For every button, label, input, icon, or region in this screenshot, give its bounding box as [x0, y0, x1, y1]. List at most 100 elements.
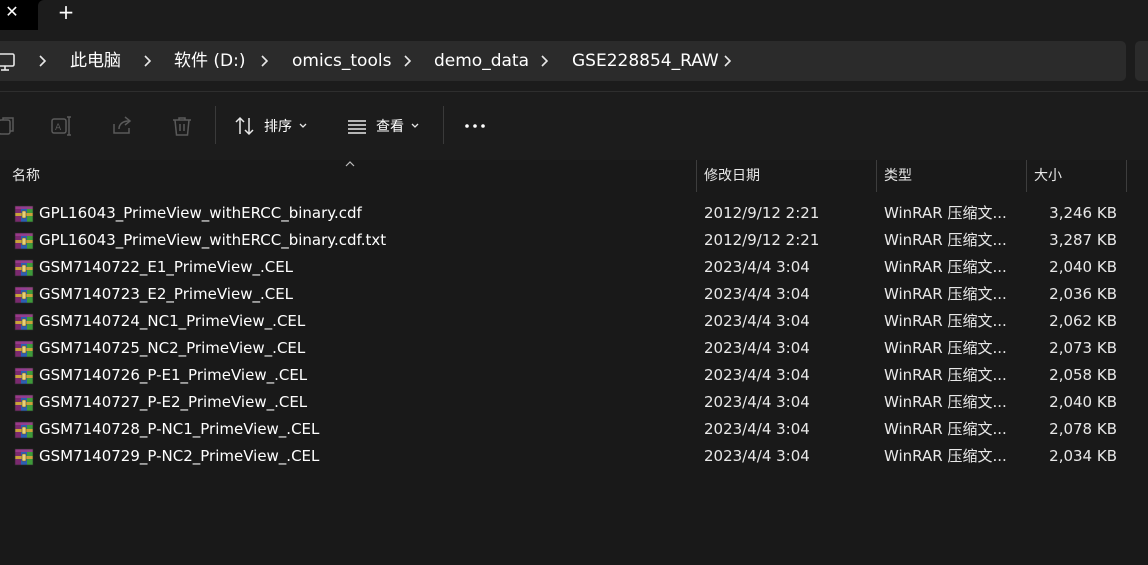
column-size[interactable]: 大小	[1034, 160, 1062, 192]
file-name: GSM7140723_E2_PrimeView_.CEL	[39, 285, 294, 303]
winrar-archive-icon	[14, 447, 34, 467]
winrar-archive-icon	[14, 339, 34, 359]
file-row[interactable]: GSM7140728_P-NC1_PrimeView_.CEL 2023/4/4 …	[0, 416, 1148, 443]
file-size: 2,058 KB	[1049, 366, 1117, 384]
column-divider[interactable]	[1026, 160, 1027, 192]
chevron-down-icon	[299, 123, 307, 128]
file-modified-date: 2023/4/4 3:04	[704, 285, 810, 303]
file-type: WinRAR 压缩文...	[884, 231, 1007, 249]
share-icon[interactable]	[110, 114, 134, 138]
file-row[interactable]: GPL16043_PrimeView_withERCC_binary.cdf.t…	[0, 227, 1148, 254]
file-row[interactable]: GPL16043_PrimeView_withERCC_binary.cdf 20…	[0, 200, 1148, 227]
winrar-archive-icon	[14, 366, 34, 386]
file-name: GSM7140722_E1_PrimeView_.CEL	[39, 258, 294, 276]
file-modified-date: 2023/4/4 3:04	[704, 312, 810, 330]
file-row[interactable]: GSM7140725_NC2_PrimeView_.CEL 2023/4/4 3:…	[0, 335, 1148, 362]
file-size: 2,062 KB	[1049, 312, 1117, 330]
column-header: 名称 修改日期 类型 大小	[0, 160, 1148, 192]
file-modified-date: 2023/4/4 3:04	[704, 339, 810, 357]
file-list: GPL16043_PrimeView_withERCC_binary.cdf 20…	[0, 200, 1148, 470]
winrar-archive-icon	[14, 393, 34, 413]
file-type: WinRAR 压缩文...	[884, 312, 1007, 330]
file-modified-date: 2023/4/4 3:04	[704, 447, 810, 465]
file-row[interactable]: GSM7140726_P-E1_PrimeView_.CEL 2023/4/4 3…	[0, 362, 1148, 389]
chevron-right-icon[interactable]	[36, 52, 50, 70]
file-type: WinRAR 压缩文...	[884, 339, 1007, 357]
column-date[interactable]: 修改日期	[704, 160, 760, 192]
file-type: WinRAR 压缩文...	[884, 393, 1007, 411]
file-modified-date: 2023/4/4 3:04	[704, 393, 810, 411]
file-size: 2,036 KB	[1049, 285, 1117, 303]
file-size: 2,034 KB	[1049, 447, 1117, 465]
new-tab-icon[interactable]: +	[54, 1, 78, 25]
column-divider[interactable]	[1126, 160, 1127, 192]
winrar-archive-icon	[14, 231, 34, 251]
search-box[interactable]	[1135, 41, 1148, 81]
this-pc-icon[interactable]	[0, 51, 16, 73]
chevron-right-icon[interactable]	[538, 52, 552, 70]
column-divider[interactable]	[876, 160, 877, 192]
chevron-right-icon[interactable]	[141, 52, 155, 70]
file-row[interactable]: GSM7140727_P-E2_PrimeView_.CEL 2023/4/4 3…	[0, 389, 1148, 416]
file-size: 2,078 KB	[1049, 420, 1117, 438]
sort-icon	[235, 116, 254, 136]
file-row[interactable]: GSM7140729_P-NC2_PrimeView_.CEL 2023/4/4 …	[0, 443, 1148, 470]
chevron-right-icon[interactable]	[721, 52, 735, 70]
file-modified-date: 2023/4/4 3:04	[704, 420, 810, 438]
svg-text:A: A	[55, 123, 62, 133]
chevron-down-icon	[411, 123, 419, 128]
view-label: 查看	[376, 119, 404, 135]
file-size: 2,073 KB	[1049, 339, 1117, 357]
file-type: WinRAR 压缩文...	[884, 285, 1007, 303]
tab-bar: ✕ +	[0, 0, 1148, 30]
file-modified-date: 2012/9/12 2:21	[704, 204, 820, 222]
command-bar: A 排序 查看	[0, 92, 1148, 160]
winrar-archive-icon	[14, 258, 34, 278]
active-tab[interactable]	[38, 0, 1148, 30]
file-type: WinRAR 压缩文...	[884, 447, 1007, 465]
file-name: GPL16043_PrimeView_withERCC_binary.cdf.t…	[39, 231, 387, 249]
file-modified-date: 2012/9/12 2:21	[704, 231, 820, 249]
file-name: GSM7140725_NC2_PrimeView_.CEL	[39, 339, 306, 357]
file-name: GSM7140726_P-E1_PrimeView_.CEL	[39, 366, 308, 384]
file-modified-date: 2023/4/4 3:04	[704, 366, 810, 384]
column-divider[interactable]	[696, 160, 697, 192]
breadcrumb-gse-raw[interactable]: GSE228854_RAW	[572, 50, 719, 72]
file-type: WinRAR 压缩文...	[884, 258, 1007, 276]
winrar-archive-icon	[14, 204, 34, 224]
toolbar-divider	[443, 106, 444, 144]
file-row[interactable]: GSM7140723_E2_PrimeView_.CEL 2023/4/4 3:0…	[0, 281, 1148, 308]
file-type: WinRAR 压缩文...	[884, 204, 1007, 222]
file-size: 3,246 KB	[1049, 204, 1117, 222]
file-size: 3,287 KB	[1049, 231, 1117, 249]
breadcrumb-omics-tools[interactable]: omics_tools	[292, 50, 391, 72]
view-button[interactable]: 查看	[346, 113, 420, 139]
copy-icon[interactable]	[0, 114, 18, 138]
sort-button[interactable]: 排序	[234, 113, 308, 139]
chevron-right-icon[interactable]	[401, 52, 415, 70]
file-row[interactable]: GSM7140724_NC1_PrimeView_.CEL 2023/4/4 3:…	[0, 308, 1148, 335]
breadcrumb-this-pc[interactable]: 此电脑	[70, 50, 121, 72]
rename-icon[interactable]: A	[50, 114, 74, 138]
file-name: GSM7140724_NC1_PrimeView_.CEL	[39, 312, 306, 330]
breadcrumb-demo-data[interactable]: demo_data	[434, 50, 529, 72]
chevron-right-icon[interactable]	[258, 52, 272, 70]
close-tab-icon[interactable]: ✕	[0, 0, 24, 26]
file-row[interactable]: GSM7140722_E1_PrimeView_.CEL 2023/4/4 3:0…	[0, 254, 1148, 281]
file-modified-date: 2023/4/4 3:04	[704, 258, 810, 276]
sort-label: 排序	[264, 119, 292, 135]
more-icon[interactable]	[462, 114, 488, 138]
file-type: WinRAR 压缩文...	[884, 366, 1007, 384]
view-icon	[348, 120, 366, 134]
column-name[interactable]: 名称	[12, 160, 40, 192]
file-size: 2,040 KB	[1049, 258, 1117, 276]
delete-icon[interactable]	[170, 114, 194, 138]
winrar-archive-icon	[14, 420, 34, 440]
address-bar: 此电脑 软件 (D:) omics_tools demo_data GSE228…	[0, 30, 1148, 92]
column-type[interactable]: 类型	[884, 160, 912, 192]
winrar-archive-icon	[14, 285, 34, 305]
breadcrumb[interactable]: 此电脑 软件 (D:) omics_tools demo_data GSE228…	[0, 41, 1126, 81]
file-name: GSM7140729_P-NC2_PrimeView_.CEL	[39, 447, 320, 465]
file-name: GSM7140728_P-NC1_PrimeView_.CEL	[39, 420, 320, 438]
breadcrumb-drive-d[interactable]: 软件 (D:)	[174, 50, 246, 72]
